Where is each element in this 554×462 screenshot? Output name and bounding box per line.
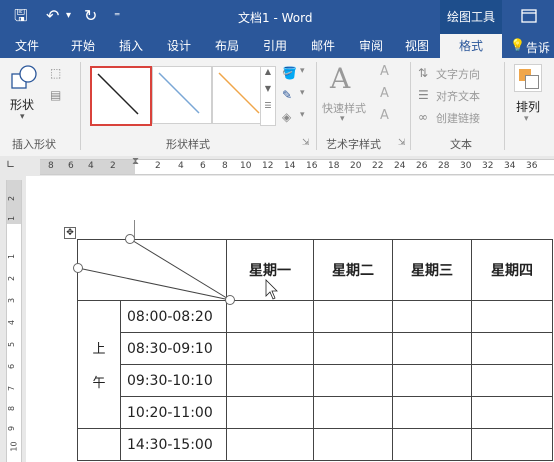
text-direction-icon[interactable]: ⇅ [418, 66, 428, 80]
quick-styles-dropdown-icon[interactable]: ▾ [340, 114, 345, 124]
tab-review[interactable]: 审阅 [354, 34, 388, 58]
ribbon: 形状 ▾ ⬚ ▤ 插入形状 ▲ ▼ ☰ 🪣 ▾ ✎ ▾ ◈ ▾ 形状样式 ⇲ A… [0, 58, 554, 157]
insert-shapes-group-label: 插入形状 [12, 138, 56, 151]
line-handle-icon[interactable] [73, 263, 83, 273]
text-direction-button[interactable]: 文字方向 [436, 66, 480, 82]
shape-styles-launcher-icon[interactable]: ⇲ [302, 138, 310, 148]
text-box-icon[interactable]: ▤ [50, 88, 61, 102]
save-icon[interactable]: 🖫 [14, 6, 28, 26]
tab-layout[interactable]: 布局 [210, 34, 244, 58]
lightbulb-icon[interactable]: 💡 [510, 38, 525, 52]
gallery-up-icon[interactable]: ▲ [261, 67, 275, 76]
align-text-button[interactable]: 对齐文本 [436, 88, 480, 104]
wordart-launcher-icon[interactable]: ⇲ [398, 138, 406, 148]
ribbon-display-options-icon[interactable] [520, 8, 538, 24]
redo-icon[interactable]: ↻ [84, 6, 97, 26]
tab-stop-selector-icon[interactable]: ∟ [6, 158, 15, 171]
group-separator [410, 62, 411, 150]
group-separator [316, 62, 317, 150]
link-icon[interactable]: ∞ [418, 110, 428, 124]
diagonal-line-2[interactable] [77, 267, 231, 301]
wordart-group-label: 艺术字样式 [326, 138, 381, 151]
gallery-scroll[interactable]: ▲ ▼ ☰ [260, 66, 276, 126]
arrange-button[interactable]: 排列 [516, 98, 540, 115]
document-page[interactable]: ✥ 星期一 星期二 星期三 星期四 上 午 08:00-08:20 08:30-… [26, 176, 554, 462]
indent-marker-icon[interactable]: ⧗ [132, 156, 139, 167]
shapes-icon[interactable] [10, 64, 40, 92]
text-effects-icon[interactable]: A [380, 108, 389, 123]
tab-home[interactable]: 开始 [66, 34, 100, 58]
text-fill-icon[interactable]: A [380, 64, 389, 79]
tab-insert[interactable]: 插入 [114, 34, 148, 58]
title-bar: 🖫 ↶ ▾ ↻ ⁼ 文档1 - Word 绘图工具 [0, 0, 554, 34]
tab-mailings[interactable]: 邮件 [306, 34, 340, 58]
ribbon-tabs: 文件 开始 插入 设计 布局 引用 邮件 审阅 视图 格式 💡 告诉 [0, 34, 554, 58]
undo-icon[interactable]: ↶ [46, 6, 59, 26]
edit-shape-icon[interactable]: ⬚ [50, 66, 61, 80]
text-group-label: 文本 [450, 138, 472, 151]
tell-me-label[interactable]: 告诉 [526, 39, 550, 56]
shape-effects-icon[interactable]: ◈ [282, 110, 291, 124]
tab-references[interactable]: 引用 [258, 34, 292, 58]
shape-style-black-line[interactable] [90, 66, 152, 126]
tab-file[interactable]: 文件 [10, 34, 44, 58]
shape-styles-group-label: 形状样式 [166, 138, 210, 151]
shape-effects-dropdown-icon[interactable]: ▾ [300, 110, 305, 120]
shape-outline-dropdown-icon[interactable]: ▾ [300, 88, 305, 98]
tab-view[interactable]: 视图 [400, 34, 434, 58]
diagonal-lines-overlay [73, 234, 278, 305]
drawing-tools-context-tab: 绘图工具 [440, 0, 502, 34]
arrange-icon[interactable] [514, 64, 542, 92]
text-outline-icon[interactable]: A [380, 86, 389, 101]
line-handle-icon[interactable] [125, 234, 135, 244]
vruler-strip: 2 1 1 2 3 4 5 6 7 8 9 10 [6, 180, 22, 462]
create-link-button[interactable]: 创建链接 [436, 110, 480, 126]
align-text-icon[interactable]: ☰ [418, 88, 429, 102]
arrange-dropdown-icon[interactable]: ▾ [524, 114, 529, 124]
line-handle-icon[interactable] [225, 295, 235, 305]
ruler-strip: 8 6 4 2 2 4 6 8 10 12 14 16 18 20 22 24 … [40, 156, 554, 175]
vertical-ruler[interactable]: 2 1 1 2 3 4 5 6 7 8 9 10 [0, 176, 26, 462]
tab-design[interactable]: 设计 [162, 34, 196, 58]
horizontal-ruler[interactable]: ∟ 8 6 4 2 2 4 6 8 10 12 14 16 18 20 22 2… [0, 156, 554, 176]
mouse-cursor-icon [265, 279, 278, 300]
customize-qat-icon[interactable]: ⁼ [114, 6, 120, 26]
shape-outline-icon[interactable]: ✎ [282, 88, 292, 102]
shapes-dropdown-icon[interactable]: ▾ [20, 112, 25, 122]
tab-format[interactable]: 格式 [440, 34, 502, 58]
diagonal-line-1[interactable] [129, 238, 231, 301]
wordart-icon[interactable]: A [330, 62, 350, 95]
shape-style-blue-line[interactable] [152, 66, 212, 124]
gallery-more-icon[interactable]: ☰ [261, 101, 275, 110]
window-title: 文档1 - Word [238, 11, 313, 25]
group-separator [504, 62, 505, 150]
group-separator [80, 62, 81, 150]
gallery-down-icon[interactable]: ▼ [261, 84, 275, 93]
shapes-button[interactable]: 形状 [10, 96, 34, 113]
shape-fill-icon[interactable]: 🪣 [282, 66, 297, 80]
shape-fill-dropdown-icon[interactable]: ▾ [300, 66, 305, 76]
undo-dropdown-icon[interactable]: ▾ [66, 6, 71, 26]
